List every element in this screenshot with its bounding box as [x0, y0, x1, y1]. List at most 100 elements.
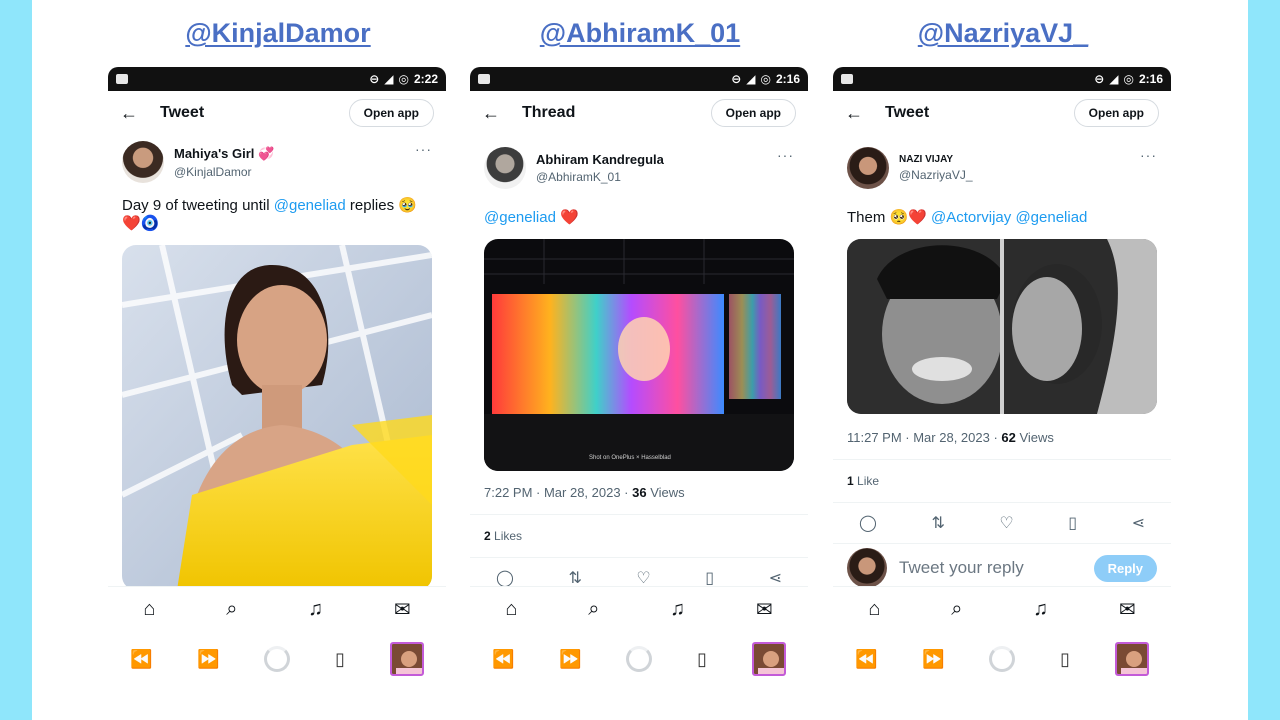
likes-count: 1 — [847, 474, 854, 488]
author-username: @AbhiramK_01 — [536, 170, 621, 184]
rewind-icon[interactable]: ⏪ — [492, 649, 514, 670]
search-icon[interactable]: ⌕ — [588, 598, 599, 621]
tab-thumbnail-image — [391, 644, 422, 674]
likes-label: Likes — [490, 529, 523, 543]
likes-row[interactable]: 2 Likes — [470, 515, 808, 558]
likes-count: 2 — [484, 529, 491, 543]
retweet-icon[interactable]: ⇅ — [931, 513, 944, 533]
mention-link[interactable]: @geneliad — [274, 197, 346, 214]
mural-photo: Shot on OnePlus × Hasselblad — [484, 239, 794, 471]
bell-icon[interactable]: ♫ — [670, 598, 685, 621]
mention-link[interactable]: @geneliad — [484, 209, 556, 226]
avatar[interactable] — [847, 147, 889, 189]
like-icon[interactable]: ♡ — [636, 568, 650, 588]
open-app-button[interactable]: Open app — [710, 99, 796, 127]
portrait-photo — [122, 245, 432, 590]
home-icon[interactable]: ⌂ — [868, 598, 880, 621]
home-icon[interactable]: ⌂ — [505, 598, 517, 621]
tweet-author[interactable]: Mahiya's Girl 💞 @KinjalDamor ··· — [108, 135, 446, 189]
tab-thumbnail[interactable] — [751, 642, 786, 676]
dnd-icon: ⊖ — [1094, 72, 1105, 86]
signal-icon: ◢ — [1109, 72, 1119, 86]
search-icon[interactable]: ⌕ — [951, 598, 962, 621]
notification-icon — [841, 74, 853, 84]
author-name: NAZI VIJAY — [899, 154, 954, 165]
mention-link[interactable]: @Actorvijay @geneliad — [931, 209, 1087, 226]
status-bar: ⊖ ◢ ◎ 2:16 — [833, 67, 1171, 91]
tweet-text: Them 🥺❤️ @Actorvijay @geneliad — [833, 195, 1171, 235]
dnd-icon: ⊖ — [731, 72, 742, 86]
forward-icon[interactable]: ⏩ — [197, 649, 219, 670]
loading-spinner-icon — [264, 646, 291, 672]
likes-row[interactable]: 1 Like — [833, 460, 1171, 503]
more-options-icon[interactable]: ··· — [415, 141, 432, 157]
status-bar: ⊖ ◢ ◎ 2:22 — [108, 67, 446, 91]
panel-handle: @NazriyaVJ_ — [917, 18, 1089, 48]
browser-toolbar: ⏪ ⏩ ▯ — [833, 632, 1171, 686]
open-app-button[interactable]: Open app — [348, 99, 434, 127]
avatar[interactable] — [484, 147, 526, 189]
signal-icon: ◢ — [746, 72, 756, 86]
tweet-author[interactable]: NAZI VIJAY @NazriyaVJ_ ··· — [833, 141, 1171, 195]
back-arrow-icon[interactable]: ← — [482, 103, 500, 124]
tab-thumbnail-image — [1116, 644, 1147, 674]
tweet-actions: ◯ ⇅ ♡ ▯ ⋖ — [833, 503, 1171, 544]
timestamp: 11:27 PM · Mar 28, 2023 · — [847, 430, 1002, 445]
book-icon[interactable]: ▯ — [1060, 649, 1070, 670]
browser-toolbar: ⏪ ⏩ ▯ — [470, 632, 808, 686]
bell-icon[interactable]: ♫ — [308, 598, 323, 621]
share-icon[interactable]: ⋖ — [1132, 513, 1145, 533]
more-options-icon[interactable]: ··· — [1140, 147, 1157, 163]
back-arrow-icon[interactable]: ← — [845, 103, 863, 124]
likes-label: Like — [853, 474, 880, 488]
clock: 2:22 — [413, 72, 438, 86]
bookmark-icon[interactable]: ▯ — [1068, 513, 1077, 533]
status-bar: ⊖ ◢ ◎ 2:16 — [470, 67, 808, 91]
forward-icon[interactable]: ⏩ — [559, 649, 581, 670]
notification-icon — [116, 74, 128, 84]
top-bar: ← Thread Open app — [470, 91, 808, 135]
phone-screen: ⊖ ◢ ◎ 2:16 ← Thread Open app Abhiram Kan… — [470, 67, 808, 692]
mail-icon[interactable]: ✉ — [394, 597, 411, 622]
timestamp: 7:22 PM · Mar 28, 2023 · — [484, 485, 633, 500]
views-count: 62 — [1001, 430, 1016, 445]
back-arrow-icon[interactable]: ← — [120, 103, 138, 124]
tab-thumbnail[interactable] — [389, 642, 424, 676]
avatar[interactable] — [122, 141, 164, 183]
open-app-button[interactable]: Open app — [1073, 99, 1159, 127]
panel-handle: @AbhiramK_01 — [539, 18, 741, 48]
rewind-icon[interactable]: ⏪ — [130, 649, 152, 670]
bottom-nav: ⌂ ⌕ ♫ ✉ — [470, 586, 808, 632]
book-icon[interactable]: ▯ — [697, 649, 707, 670]
dnd-icon: ⊖ — [369, 72, 380, 86]
reply-button[interactable]: Reply — [1093, 554, 1157, 582]
tweet-author[interactable]: Abhiram Kandregula @AbhiramK_01 ··· — [470, 141, 808, 195]
views-label: Views — [646, 485, 685, 500]
clock: 2:16 — [1138, 72, 1163, 86]
like-icon[interactable]: ♡ — [999, 513, 1013, 533]
tweet-image[interactable]: Shot on OnePlus × Hasselblad — [484, 239, 794, 471]
views-count: 36 — [632, 485, 647, 500]
more-options-icon[interactable]: ··· — [777, 147, 794, 163]
bell-icon[interactable]: ♫ — [1033, 598, 1048, 621]
tweet-text: @geneliad ❤️ — [470, 195, 808, 235]
retweet-icon[interactable]: ⇅ — [568, 568, 581, 588]
mail-icon[interactable]: ✉ — [1119, 597, 1136, 622]
reply-icon[interactable]: ◯ — [859, 513, 877, 533]
mail-icon[interactable]: ✉ — [756, 597, 773, 622]
rewind-icon[interactable]: ⏪ — [855, 649, 877, 670]
signal-icon: ◢ — [384, 72, 394, 86]
bookmark-icon[interactable]: ▯ — [705, 568, 714, 588]
forward-icon[interactable]: ⏩ — [922, 649, 944, 670]
tweet-image[interactable] — [847, 239, 1157, 414]
search-icon[interactable]: ⌕ — [226, 598, 237, 621]
reply-icon[interactable]: ◯ — [496, 568, 514, 588]
collage-frame: @KinjalDamor ⊖ ◢ ◎ 2:22 ← Tweet Open app — [32, 0, 1248, 720]
battery-icon: ◎ — [1123, 72, 1134, 86]
tweet-image[interactable] — [122, 245, 432, 590]
share-icon[interactable]: ⋖ — [769, 568, 782, 588]
home-icon[interactable]: ⌂ — [143, 598, 155, 621]
reply-input[interactable]: Tweet your reply — [899, 558, 1082, 578]
book-icon[interactable]: ▯ — [335, 649, 345, 670]
tab-thumbnail[interactable] — [1114, 642, 1149, 676]
